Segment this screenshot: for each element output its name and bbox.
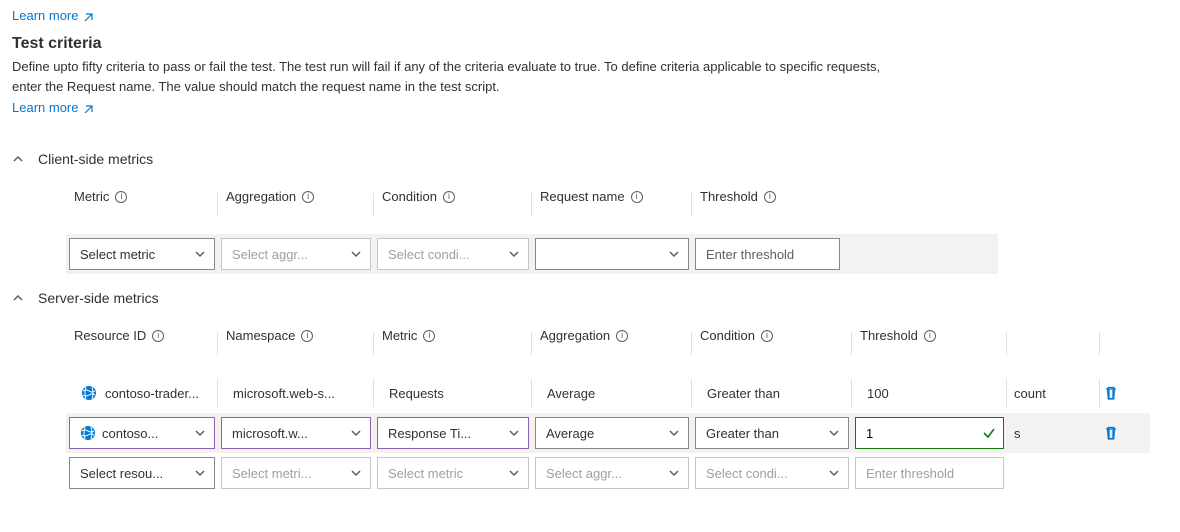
metric-value: Requests [377, 378, 444, 409]
info-icon[interactable]: i [423, 330, 435, 342]
th-condition: Conditioni [374, 175, 532, 234]
aggregation-dropdown[interactable]: Average [535, 417, 689, 449]
chevron-down-icon [350, 467, 362, 479]
chevron-down-icon [508, 248, 520, 260]
chevron-down-icon [668, 427, 680, 439]
metric-dropdown[interactable]: Response Ti... [377, 417, 529, 449]
learn-more-link-top[interactable]: Learn more [12, 8, 93, 23]
learn-more-label: Learn more [12, 8, 78, 23]
aggregation-dropdown: Select aggr... [221, 238, 371, 270]
info-icon[interactable]: i [152, 330, 164, 342]
section-toggle-client[interactable]: Client-side metrics [12, 135, 1168, 175]
client-metrics-table: Metrici Aggregationi Conditioni Request … [66, 175, 1168, 274]
chevron-down-icon [508, 427, 520, 439]
aggregation-value: Average [535, 378, 595, 409]
info-icon[interactable]: i [631, 191, 643, 203]
learn-more-link[interactable]: Learn more [12, 100, 93, 115]
unit-label: s [1010, 426, 1021, 441]
globe-icon [80, 425, 96, 441]
chevron-down-icon [828, 427, 840, 439]
delete-row-icon[interactable] [1103, 385, 1119, 401]
chevron-down-icon [668, 248, 680, 260]
info-icon[interactable]: i [761, 330, 773, 342]
section-server-title: Server-side metrics [38, 290, 159, 306]
delete-row-icon[interactable] [1103, 425, 1119, 441]
metric-dropdown[interactable]: Select metric [69, 238, 215, 270]
chevron-down-icon [508, 467, 520, 479]
metric-dropdown: Select metric [377, 457, 529, 489]
info-icon[interactable]: i [764, 191, 776, 203]
namespace-dropdown[interactable]: microsoft.w... [221, 417, 371, 449]
resource-dropdown[interactable]: Select resou... [69, 457, 215, 489]
th-metric: Metrici [66, 175, 218, 234]
info-icon[interactable]: i [924, 330, 936, 342]
info-icon[interactable]: i [616, 330, 628, 342]
th-aggregation: Aggregationi [532, 314, 692, 373]
condition-dropdown: Select condi... [377, 238, 529, 270]
info-icon[interactable]: i [443, 191, 455, 203]
th-threshold: Thresholdi [852, 314, 1007, 373]
aggregation-dropdown: Select aggr... [535, 457, 689, 489]
condition-dropdown[interactable]: Greater than [695, 417, 849, 449]
condition-value: Greater than [695, 378, 780, 409]
section-client-title: Client-side metrics [38, 151, 153, 167]
request-name-dropdown[interactable] [535, 238, 689, 270]
th-metric: Metrici [374, 314, 532, 373]
unit-label: count [1010, 386, 1046, 401]
chevron-down-icon [350, 248, 362, 260]
info-icon[interactable]: i [301, 330, 313, 342]
page-title: Test criteria [12, 35, 1168, 53]
threshold-value: 100 [855, 378, 889, 409]
chevron-down-icon [194, 248, 206, 260]
chevron-up-icon [12, 292, 24, 304]
th-aggregation: Aggregationi [218, 175, 374, 234]
resource-dropdown[interactable]: contoso... [69, 417, 215, 449]
namespace-value: microsoft.web-s... [221, 378, 335, 409]
chevron-down-icon [668, 467, 680, 479]
th-condition: Conditioni [692, 314, 852, 373]
external-link-icon [82, 10, 93, 21]
valid-check-icon [982, 426, 996, 440]
threshold-input[interactable] [695, 238, 840, 270]
th-request-name: Request namei [532, 175, 692, 234]
th-threshold: Thresholdi [692, 175, 998, 234]
learn-more-label-2: Learn more [12, 100, 78, 115]
page-description: Define upto fifty criteria to pass or fa… [12, 57, 912, 96]
th-unit [1007, 314, 1100, 373]
th-resource-id: Resource IDi [66, 314, 218, 373]
namespace-dropdown: Select metri... [221, 457, 371, 489]
globe-icon [81, 385, 97, 401]
chevron-up-icon [12, 153, 24, 165]
th-namespace: Namespacei [218, 314, 374, 373]
chevron-down-icon [194, 467, 206, 479]
server-metrics-table: Resource IDi Namespacei Metrici Aggregat… [66, 314, 1168, 493]
chevron-down-icon [828, 467, 840, 479]
resource-value: contoso-trader... [69, 377, 199, 409]
chevron-down-icon [350, 427, 362, 439]
info-icon[interactable]: i [115, 191, 127, 203]
threshold-input [855, 457, 1004, 489]
chevron-down-icon [194, 427, 206, 439]
condition-dropdown: Select condi... [695, 457, 849, 489]
external-link-icon [82, 102, 93, 113]
info-icon[interactable]: i [302, 191, 314, 203]
th-action [1100, 314, 1150, 373]
section-toggle-server[interactable]: Server-side metrics [12, 274, 1168, 314]
